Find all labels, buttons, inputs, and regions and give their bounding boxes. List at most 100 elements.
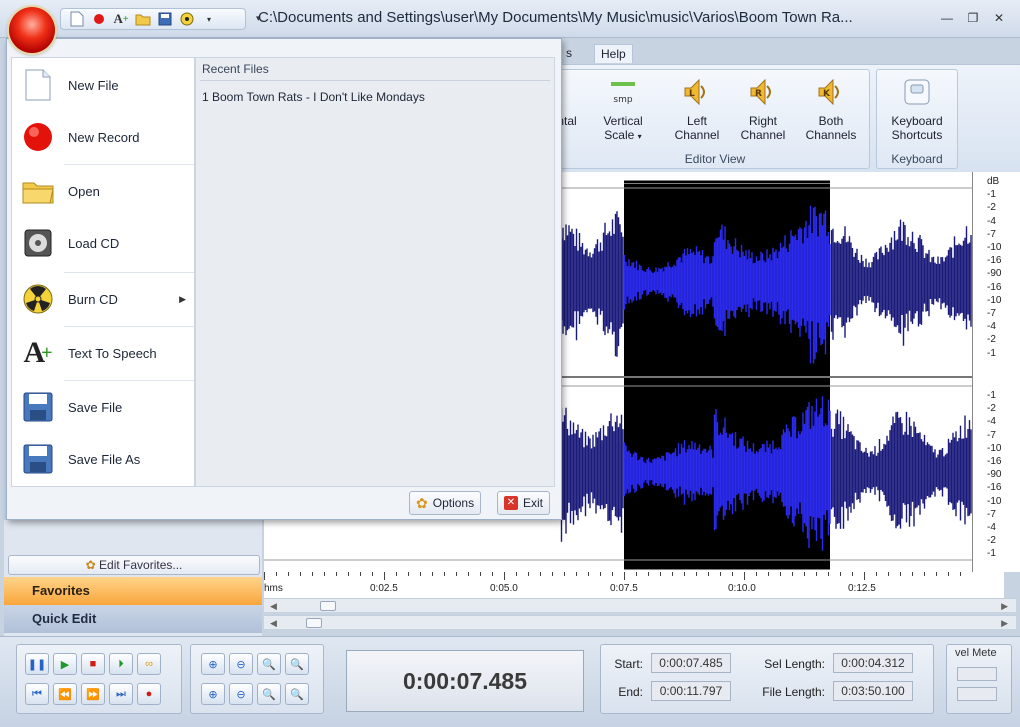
keyboard-icon bbox=[901, 76, 933, 108]
menu-item-save-file[interactable]: Save File bbox=[12, 382, 194, 432]
quick-edit-section[interactable]: Quick Edit bbox=[4, 605, 262, 633]
transport-controls: ❚❚ ▶ ■ ⏵ ∞ ⏮ ⏪ ⏩ ⏭ ● bbox=[16, 644, 182, 714]
zoom-controls: ⊕ ⊖ 🔍 🔍 ⊕ ⊖ 🔍 🔍 bbox=[190, 644, 324, 714]
pause-button[interactable]: ❚❚ bbox=[25, 653, 49, 675]
play-selection-button[interactable]: ⏵ bbox=[109, 653, 133, 675]
menu-item-burn-cd[interactable]: Burn CD ▶ bbox=[12, 274, 194, 324]
time-ruler-tick bbox=[924, 572, 925, 576]
time-ruler-tick bbox=[708, 572, 709, 576]
zoom-out-horizontal-button[interactable]: ⊖ bbox=[229, 653, 253, 675]
scroll-right-icon[interactable]: ▶ bbox=[1001, 599, 1008, 613]
time-ruler-label: hms bbox=[264, 583, 283, 594]
scroll-right-icon[interactable]: ▶ bbox=[1001, 616, 1008, 630]
db-scale-label: dB bbox=[987, 176, 1000, 187]
zoom-scrollbar[interactable]: ◀ ▶ bbox=[264, 615, 1016, 629]
burn-icon bbox=[20, 281, 56, 317]
menu-item-new-file[interactable]: New File bbox=[12, 60, 194, 110]
rewind-button[interactable]: ⏪ bbox=[53, 683, 77, 705]
time-ruler-tick bbox=[432, 572, 433, 576]
time-ruler-tick bbox=[912, 572, 913, 576]
menu-item-load-cd[interactable]: Load CD bbox=[12, 218, 194, 268]
time-ruler-tick bbox=[840, 572, 841, 576]
db-scale-label: -10 bbox=[987, 242, 1002, 253]
fast-forward-button[interactable]: ⏩ bbox=[81, 683, 105, 705]
scroll-left-icon[interactable]: ◀ bbox=[270, 616, 277, 630]
horizontal-scrollbar[interactable]: ◀ ▶ bbox=[264, 598, 1016, 612]
application-menu-button[interactable] bbox=[9, 7, 55, 53]
sel-length-field[interactable]: 0:00:04.312 bbox=[833, 653, 913, 673]
record-icon[interactable] bbox=[91, 11, 107, 27]
gear-icon: ✿ bbox=[85, 558, 96, 572]
maximize-icon[interactable]: ❐ bbox=[964, 10, 982, 26]
editor-view-group-label: Editor View bbox=[684, 152, 746, 166]
record-icon bbox=[20, 119, 56, 155]
zoom-in-vertical-button[interactable]: ⊕ bbox=[201, 683, 225, 705]
time-ruler[interactable]: hms 0:02.5 0:05.0 0:07.5 0:10.0 0:12.5 bbox=[264, 572, 1004, 598]
time-ruler-tick bbox=[852, 572, 853, 576]
text-to-speech-icon[interactable]: A + bbox=[113, 11, 129, 27]
time-ruler-tick bbox=[300, 572, 301, 576]
time-ruler-label: 0:05.0 bbox=[490, 583, 518, 594]
tab-help[interactable]: Help bbox=[594, 44, 633, 63]
options-button[interactable]: ✿ Options bbox=[409, 491, 482, 515]
end-field[interactable]: 0:00:11.797 bbox=[651, 681, 731, 701]
recent-file-item[interactable]: 1 Boom Town Rats - I Don't Like Mondays bbox=[202, 90, 425, 104]
left-channel-button[interactable]: L Left Channel bbox=[665, 76, 729, 142]
close-icon[interactable]: ✕ bbox=[990, 10, 1008, 26]
menu-item-open[interactable]: Open bbox=[12, 166, 194, 216]
record-button[interactable]: ● bbox=[137, 683, 161, 705]
zoom-previous-button[interactable]: 🔍 bbox=[257, 683, 281, 705]
zoom-full-icon: 🔍 bbox=[290, 658, 304, 671]
zoom-reset-icon: 🔍 bbox=[290, 688, 304, 701]
scroll-left-icon[interactable]: ◀ bbox=[270, 599, 277, 613]
keyboard-shortcuts-button[interactable]: Keyboard Shortcuts bbox=[885, 76, 949, 142]
loop-button[interactable]: ∞ bbox=[137, 653, 161, 675]
go-to-start-button[interactable]: ⏮ bbox=[25, 683, 49, 705]
scrollbar-thumb[interactable] bbox=[320, 601, 336, 611]
time-ruler-tick bbox=[456, 572, 457, 576]
favorites-section[interactable]: Favorites bbox=[4, 577, 262, 605]
db-scale-label: -7 bbox=[987, 308, 996, 319]
menu-item-text-to-speech[interactable]: A + Text To Speech bbox=[12, 328, 194, 378]
exit-button[interactable]: ✕ Exit bbox=[497, 491, 551, 515]
zoom-reset-button[interactable]: 🔍 bbox=[285, 683, 309, 705]
zoom-out-vertical-icon: ⊖ bbox=[236, 688, 246, 701]
zoom-in-horizontal-button[interactable]: ⊕ bbox=[201, 653, 225, 675]
zoom-selection-button[interactable]: 🔍 bbox=[257, 653, 281, 675]
zoom-out-vertical-button[interactable]: ⊖ bbox=[229, 683, 253, 705]
time-ruler-tick bbox=[960, 572, 961, 576]
right-channel-button[interactable]: R Right Channel bbox=[731, 76, 795, 142]
chevron-down-icon[interactable]: ▾ bbox=[201, 11, 217, 27]
start-field[interactable]: 0:00:07.485 bbox=[651, 653, 731, 673]
vertical-scale-button[interactable]: smp Vertical Scale ▾ bbox=[591, 76, 655, 144]
edit-favorites-button[interactable]: ✿ Edit Favorites... bbox=[8, 555, 260, 575]
db-scale-label: -1 bbox=[987, 548, 996, 560]
scrollbar-thumb[interactable] bbox=[306, 618, 322, 628]
record-icon: ● bbox=[145, 688, 153, 700]
db-scale-label: -7 bbox=[987, 429, 996, 441]
time-ruler-tick bbox=[480, 572, 481, 576]
both-channels-icon: K bbox=[815, 76, 847, 108]
time-ruler-tick bbox=[540, 572, 541, 576]
zoom-full-button[interactable]: 🔍 bbox=[285, 653, 309, 675]
time-ruler-tick bbox=[900, 572, 901, 576]
menu-item-save-file-as[interactable]: Save File As bbox=[12, 434, 194, 484]
ribbon-panel: ntal smp Vertical Scale ▾ L Left Channel… bbox=[557, 64, 1020, 172]
time-ruler-tick bbox=[612, 572, 613, 576]
tab-view[interactable]: s bbox=[560, 44, 578, 62]
folder-icon[interactable] bbox=[135, 11, 151, 27]
play-button[interactable]: ▶ bbox=[53, 653, 77, 675]
minimize-icon[interactable]: — bbox=[938, 10, 956, 26]
time-ruler-tick bbox=[384, 572, 385, 580]
menu-item-new-record[interactable]: New Record bbox=[12, 112, 194, 162]
time-ruler-tick bbox=[288, 572, 289, 576]
db-scale-label: -4 bbox=[987, 416, 996, 428]
new-file-icon[interactable] bbox=[69, 11, 85, 27]
both-channels-button[interactable]: K Both Channels bbox=[799, 76, 863, 142]
time-ruler-tick bbox=[264, 572, 265, 580]
save-icon[interactable] bbox=[157, 11, 173, 27]
burn-icon[interactable] bbox=[179, 11, 195, 27]
time-ruler-tick bbox=[768, 572, 769, 576]
go-to-end-button[interactable]: ⏭ bbox=[109, 683, 133, 705]
stop-button[interactable]: ■ bbox=[81, 653, 105, 675]
